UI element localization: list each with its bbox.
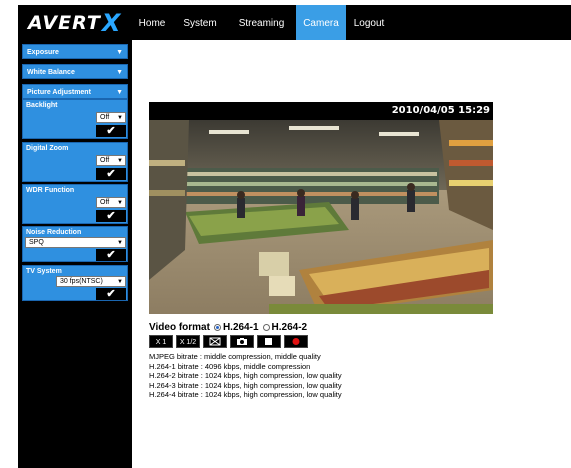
zoom-half-button[interactable]: X 1/2 <box>176 335 200 348</box>
stop-button[interactable] <box>257 335 281 348</box>
top-navigation-bar: AVERT X Home System Streaming Camera Logo… <box>18 5 571 40</box>
video-format-row: Video format H.264-1 H.264-2 <box>149 321 307 333</box>
wdr-title: WDR Function <box>26 187 75 194</box>
camera-settings-sidebar: Exposure ▼ White Balance ▼ Picture Adjus… <box>18 40 132 468</box>
bitrate-line: H.264-3 bitrate : 1024 kbps, high compre… <box>149 380 342 390</box>
noise-reduction-title: Noise Reduction <box>26 229 82 236</box>
stop-icon <box>265 338 272 345</box>
fullscreen-icon <box>209 337 221 346</box>
record-icon <box>292 338 300 345</box>
backlight-title: Backlight <box>26 102 58 109</box>
nav-camera[interactable]: Camera <box>296 5 346 40</box>
nav-logout[interactable]: Logout <box>346 5 392 40</box>
noise-reduction-apply-button[interactable]: ✔ <box>96 249 126 261</box>
backlight-apply-button[interactable]: ✔ <box>96 125 126 137</box>
picture-adjustment-label: Picture Adjustment <box>27 89 91 96</box>
digital-zoom-value: Off <box>100 157 110 164</box>
digital-zoom-apply-button[interactable]: ✔ <box>96 168 126 180</box>
exposure-label: Exposure <box>27 49 59 56</box>
wdr-panel: WDR Function Off ▼ ✔ <box>22 184 128 224</box>
chevron-down-icon: ▼ <box>116 69 123 76</box>
noise-reduction-panel: Noise Reduction SPQ ▼ ✔ <box>22 226 128 262</box>
video-header-bar: 2010/04/05 15:29 <box>149 102 493 120</box>
chevron-down-icon: ▼ <box>117 200 123 206</box>
video-control-buttons: X 1 X 1/2 <box>149 335 308 348</box>
wdr-apply-button[interactable]: ✔ <box>96 210 126 222</box>
exposure-menu[interactable]: Exposure ▼ <box>22 44 128 59</box>
video-frame-image <box>149 120 493 314</box>
h264-1-label: H.264-1 <box>222 321 259 333</box>
tv-system-title: TV System <box>26 268 62 275</box>
white-balance-label: White Balance <box>27 69 75 76</box>
wdr-value: Off <box>100 199 110 206</box>
tv-system-select[interactable]: 30 fps(NTSC) ▼ <box>56 276 126 287</box>
video-timestamp: 2010/04/05 15:29 <box>391 105 490 116</box>
nav-system[interactable]: System <box>173 5 227 40</box>
tv-system-value: 30 fps(NTSC) <box>60 278 103 285</box>
picture-adjustment-menu[interactable]: Picture Adjustment ▼ <box>22 84 128 99</box>
video-format-label: Video format <box>149 321 210 333</box>
digital-zoom-title: Digital Zoom <box>26 145 69 152</box>
bitrate-line: MJPEG bitrate : middle compression, midd… <box>149 352 321 361</box>
chevron-down-icon: ▼ <box>117 240 123 246</box>
logo-wordmark: AVERT <box>28 12 101 34</box>
h264-2-label: H.264-2 <box>271 321 308 333</box>
snapshot-button[interactable] <box>230 335 254 348</box>
chevron-down-icon: ▼ <box>116 89 123 96</box>
backlight-value: Off <box>100 114 110 121</box>
fullscreen-button[interactable] <box>203 335 227 348</box>
record-button[interactable] <box>284 335 308 348</box>
bitrate-info: MJPEG bitrate : middle compression, midd… <box>149 352 342 400</box>
zoom-x1-button[interactable]: X 1 <box>149 335 173 348</box>
digital-zoom-panel: Digital Zoom Off ▼ ✔ <box>22 142 128 182</box>
bitrate-line: H.264-2 bitrate : 1024 kbps, high compre… <box>149 371 342 380</box>
chevron-down-icon: ▼ <box>117 279 123 285</box>
backlight-select[interactable]: Off ▼ <box>96 112 126 123</box>
white-balance-menu[interactable]: White Balance ▼ <box>22 64 128 79</box>
camera-icon <box>237 338 247 345</box>
tv-system-panel: TV System 30 fps(NTSC) ▼ ✔ <box>22 265 128 301</box>
chevron-down-icon: ▼ <box>117 158 123 164</box>
live-video-feed[interactable] <box>149 120 493 314</box>
noise-reduction-select[interactable]: SPQ ▼ <box>25 237 126 248</box>
chevron-down-icon: ▼ <box>116 49 123 56</box>
logo-x-mark: X <box>101 9 121 37</box>
noise-reduction-value: SPQ <box>29 239 44 246</box>
avertx-logo: AVERT X <box>28 9 121 37</box>
h264-1-radio[interactable] <box>213 323 221 331</box>
bitrate-line: H.264-1 bitrate : 4096 kbps, middle comp… <box>149 361 311 371</box>
tv-system-apply-button[interactable]: ✔ <box>96 288 126 300</box>
wdr-select[interactable]: Off ▼ <box>96 197 126 208</box>
nav-home[interactable]: Home <box>131 5 173 40</box>
chevron-down-icon: ▼ <box>117 115 123 121</box>
main-nav: Home System Streaming Camera Logout <box>131 5 392 40</box>
digital-zoom-select[interactable]: Off ▼ <box>96 155 126 166</box>
backlight-panel: Backlight Off ▼ ✔ <box>22 99 128 139</box>
nav-streaming[interactable]: Streaming <box>227 5 296 40</box>
bitrate-line: H.264-4 bitrate : 1024 kbps, high compre… <box>149 390 342 399</box>
h264-2-radio[interactable] <box>262 323 270 331</box>
